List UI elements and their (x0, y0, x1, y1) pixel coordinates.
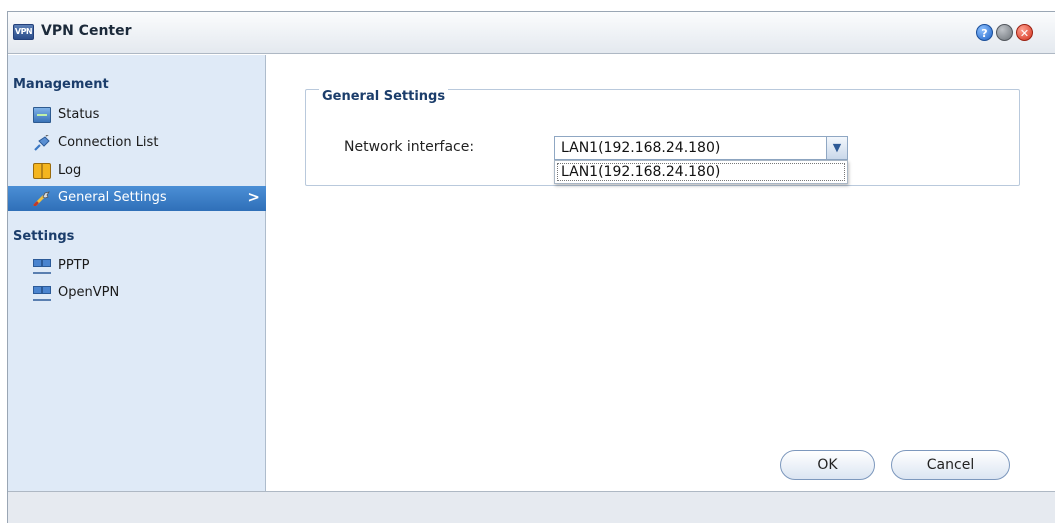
sidebar-item-label: PPTP (58, 258, 90, 273)
network-interface-value: LAN1(192.168.24.180) (561, 140, 721, 156)
network-interface-label: Network interface: (344, 139, 475, 155)
sidebar-item-label: Connection List (58, 135, 159, 150)
sidebar-item-log[interactable]: Log (8, 159, 266, 184)
sidebar-item-openvpn[interactable]: OpenVPN (8, 281, 266, 306)
sidebar-item-label: Status (58, 107, 100, 122)
sidebar: Management Status Connection List Log Ge… (8, 55, 266, 491)
vpn-center-window: VPN VPN Center ? ✕ Management Status Con… (7, 11, 1055, 523)
dropdown-option[interactable]: LAN1(192.168.24.180) (557, 163, 845, 181)
sidebar-item-connection-list[interactable]: Connection List (8, 131, 266, 156)
group-title: General Settings (319, 89, 449, 104)
section-title-management: Management (13, 77, 109, 92)
minimize-icon[interactable] (996, 24, 1013, 41)
network-computers-icon (33, 258, 51, 274)
sidebar-item-general-settings[interactable]: General Settings > (8, 186, 266, 211)
network-computers-icon (33, 285, 51, 301)
help-icon[interactable]: ? (976, 24, 993, 41)
sidebar-item-label: Log (58, 163, 82, 178)
vpn-app-icon: VPN (13, 24, 34, 40)
status-monitor-icon (33, 107, 51, 123)
book-icon (33, 163, 51, 179)
network-interface-select[interactable]: LAN1(192.168.24.180) ▼ (554, 136, 848, 160)
sidebar-item-status[interactable]: Status (8, 103, 266, 128)
title-bar[interactable]: VPN VPN Center ? ✕ (8, 12, 1055, 54)
main-panel: General Settings Network interface: LAN1… (267, 55, 1055, 491)
sidebar-item-pptp[interactable]: PPTP (8, 254, 266, 279)
chevron-right-icon: > (247, 188, 260, 206)
sidebar-item-label: General Settings (58, 190, 167, 205)
ok-button[interactable]: OK (780, 450, 875, 480)
sidebar-item-label: OpenVPN (58, 285, 120, 300)
chevron-down-icon[interactable]: ▼ (826, 137, 847, 159)
connection-plug-icon (33, 133, 51, 151)
window-title: VPN Center (41, 23, 132, 39)
section-title-settings: Settings (13, 229, 75, 244)
network-interface-dropdown: LAN1(192.168.24.180) (554, 160, 848, 184)
close-icon[interactable]: ✕ (1016, 24, 1033, 41)
status-footer (8, 491, 1055, 523)
wrench-icon (33, 190, 51, 207)
cancel-button[interactable]: Cancel (891, 450, 1010, 480)
